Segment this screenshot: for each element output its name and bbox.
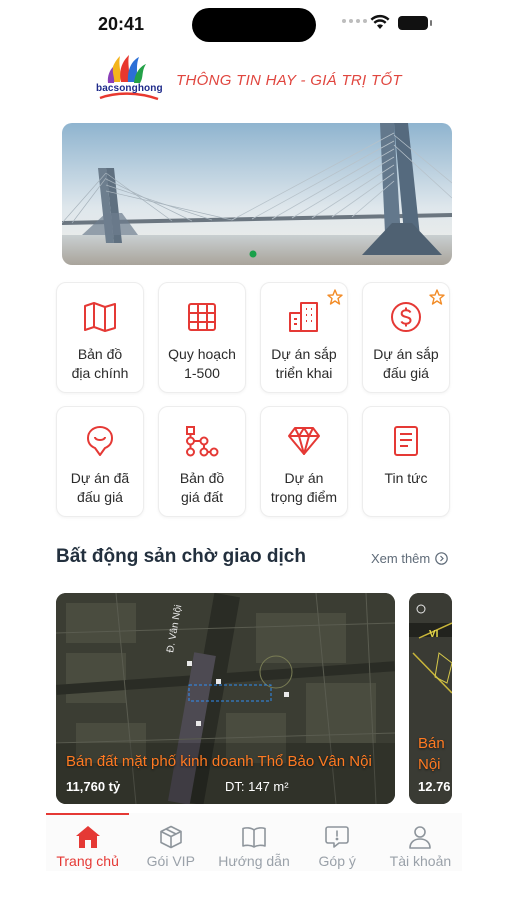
- location-pin-icon: [87, 426, 113, 456]
- nav-guide[interactable]: Hướng dẫn: [212, 813, 295, 871]
- status-time: 20:41: [98, 14, 145, 34]
- app-header: bacsonghong THÔNG TIN HAY - GIÁ TRỊ TỐT: [0, 50, 507, 110]
- book-icon: [242, 827, 266, 848]
- dynamic-island: [192, 8, 316, 42]
- tile-du-an-sap-trien-khai[interactable]: Dự án sắp triển khai: [260, 282, 348, 393]
- map-area-label: VI: [429, 629, 439, 640]
- diamond-icon: [288, 427, 320, 455]
- tile-quy-hoach[interactable]: Quy hoạch 1-500: [158, 282, 246, 393]
- buildings-icon: [289, 302, 318, 332]
- feedback-icon: [325, 826, 350, 848]
- nav-account[interactable]: Tài khoản: [379, 813, 462, 871]
- nav-label: Hướng dẫn: [218, 853, 290, 869]
- nav-label: Tài khoản: [389, 853, 452, 869]
- flow-chart-icon: [186, 426, 219, 457]
- tile-label: Bản đồ giá đất: [179, 470, 225, 505]
- package-icon: [159, 825, 182, 849]
- star-icon: [327, 289, 343, 305]
- tile-tin-tuc[interactable]: Tin tức: [362, 406, 450, 517]
- signal-icon: [342, 19, 367, 23]
- nav-label: Trang chủ: [56, 853, 119, 869]
- map-icon: [84, 302, 116, 332]
- tile-label: Dự án sắp triển khai: [271, 346, 337, 381]
- status-bar: 20:41: [0, 0, 507, 50]
- listing-title: Bán đất mặt phố kinh doanh Thổ Bảo Vân N…: [66, 753, 372, 770]
- listing-card[interactable]: VI Bán Nội 12.76: [409, 593, 452, 804]
- bridge-banner-image: [62, 123, 452, 265]
- see-more-link[interactable]: Xem thêm: [371, 551, 449, 566]
- nav-feedback[interactable]: Góp ý: [296, 813, 379, 871]
- nav-label: Gói VIP: [146, 853, 195, 869]
- chevron-right-circle-icon: [435, 552, 449, 565]
- nav-label: Góp ý: [318, 853, 356, 869]
- logo-icon: [99, 55, 159, 101]
- see-more-label: Xem thêm: [371, 551, 431, 566]
- logo-text: bacsonghong: [96, 83, 163, 94]
- bottom-nav: Trang chủ Gói VIP Hướng dẫn Góp ý Tài kh…: [46, 813, 462, 871]
- listing-title: Bán Nội: [418, 735, 445, 773]
- feature-grid: Bản đồ địa chính Quy hoạch 1-500 Dự án s…: [56, 282, 452, 517]
- dollar-icon: [391, 302, 421, 332]
- tile-du-an-trong-diem[interactable]: Dự án trọng điểm: [260, 406, 348, 517]
- news-icon: [394, 426, 418, 456]
- wifi-icon: [370, 14, 390, 29]
- tile-du-an-sap-dau-gia[interactable]: Dự án sắp đấu giá: [362, 282, 450, 393]
- tile-label: Tin tức: [384, 470, 428, 486]
- listing-area: DT: 147 m²: [225, 779, 289, 794]
- star-icon: [429, 289, 445, 305]
- nav-home[interactable]: Trang chủ: [46, 813, 130, 871]
- home-icon: [75, 826, 100, 848]
- listing-price: 12.76: [418, 779, 451, 794]
- tile-label: Dự án đã đấu giá: [70, 470, 130, 505]
- tile-ban-do-dia-chinh[interactable]: Bản đồ địa chính: [56, 282, 144, 393]
- user-icon: [409, 826, 432, 849]
- tile-label: Bản đồ địa chính: [71, 346, 129, 381]
- banner-dot-active: [249, 250, 257, 258]
- battery-icon: [398, 16, 432, 30]
- listing-price: 11,760 tỷ: [66, 779, 121, 794]
- hero-banner[interactable]: [62, 123, 452, 265]
- listing-card[interactable]: Đ. Vân Nội Bán đất mặt phố kinh doanh Th…: [56, 593, 395, 804]
- tile-label: Quy hoạch 1-500: [168, 346, 236, 381]
- section-title: Bất động sản chờ giao dịch: [56, 546, 306, 567]
- tile-label: Dự án trọng điểm: [270, 470, 338, 505]
- tile-ban-do-gia-dat[interactable]: Bản đồ giá đất: [158, 406, 246, 517]
- aerial-map-image: Đ. Vân Nội: [56, 593, 395, 804]
- grid-plan-icon: [188, 303, 216, 331]
- tile-label: Dự án sắp đấu giá: [373, 346, 439, 381]
- tile-du-an-da-dau-gia[interactable]: Dự án đã đấu giá: [56, 406, 144, 517]
- slogan: THÔNG TIN HAY - GIÁ TRỊ TỐT: [176, 72, 402, 89]
- nav-vip[interactable]: Gói VIP: [129, 813, 212, 871]
